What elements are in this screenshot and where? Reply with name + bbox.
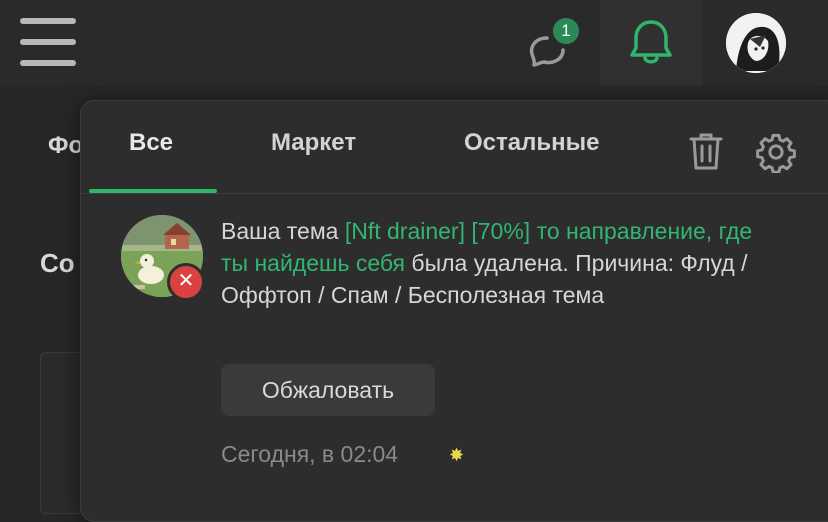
top-bar: 1 bbox=[0, 0, 828, 86]
tab-market[interactable]: Маркет bbox=[271, 129, 356, 157]
menu-icon[interactable] bbox=[20, 18, 76, 66]
tabs-divider bbox=[81, 193, 828, 194]
bell-icon bbox=[630, 20, 672, 64]
notification-timestamp: Сегодня, в 02:04 bbox=[221, 441, 399, 467]
background-text-2: Со bbox=[40, 248, 75, 278]
sparkle-icon: ✸ bbox=[449, 445, 465, 465]
chat-button[interactable]: 1 bbox=[526, 14, 586, 74]
notifications-dropdown: Все Маркет Остальные ✕ Ваша тема [Nft dr… bbox=[80, 100, 828, 522]
clear-notifications-button[interactable] bbox=[688, 131, 724, 171]
avatar-image bbox=[726, 13, 786, 73]
background-text-1: Фо bbox=[48, 132, 84, 159]
tab-other[interactable]: Остальные bbox=[464, 129, 599, 157]
notification-settings-button[interactable] bbox=[755, 131, 797, 174]
notification-text-start: Ваша тема bbox=[221, 218, 345, 244]
deleted-status-icon: ✕ bbox=[167, 263, 205, 301]
chat-unread-badge: 1 bbox=[551, 16, 581, 46]
notifications-button[interactable] bbox=[600, 0, 702, 86]
appeal-button[interactable]: Обжаловать bbox=[221, 364, 435, 416]
user-avatar[interactable] bbox=[726, 13, 786, 73]
trash-icon bbox=[689, 133, 723, 170]
gear-icon bbox=[756, 133, 796, 174]
tab-all[interactable]: Все bbox=[129, 129, 173, 157]
notification-message: Ваша тема [Nft drainer] [70%] то направл… bbox=[221, 215, 781, 311]
